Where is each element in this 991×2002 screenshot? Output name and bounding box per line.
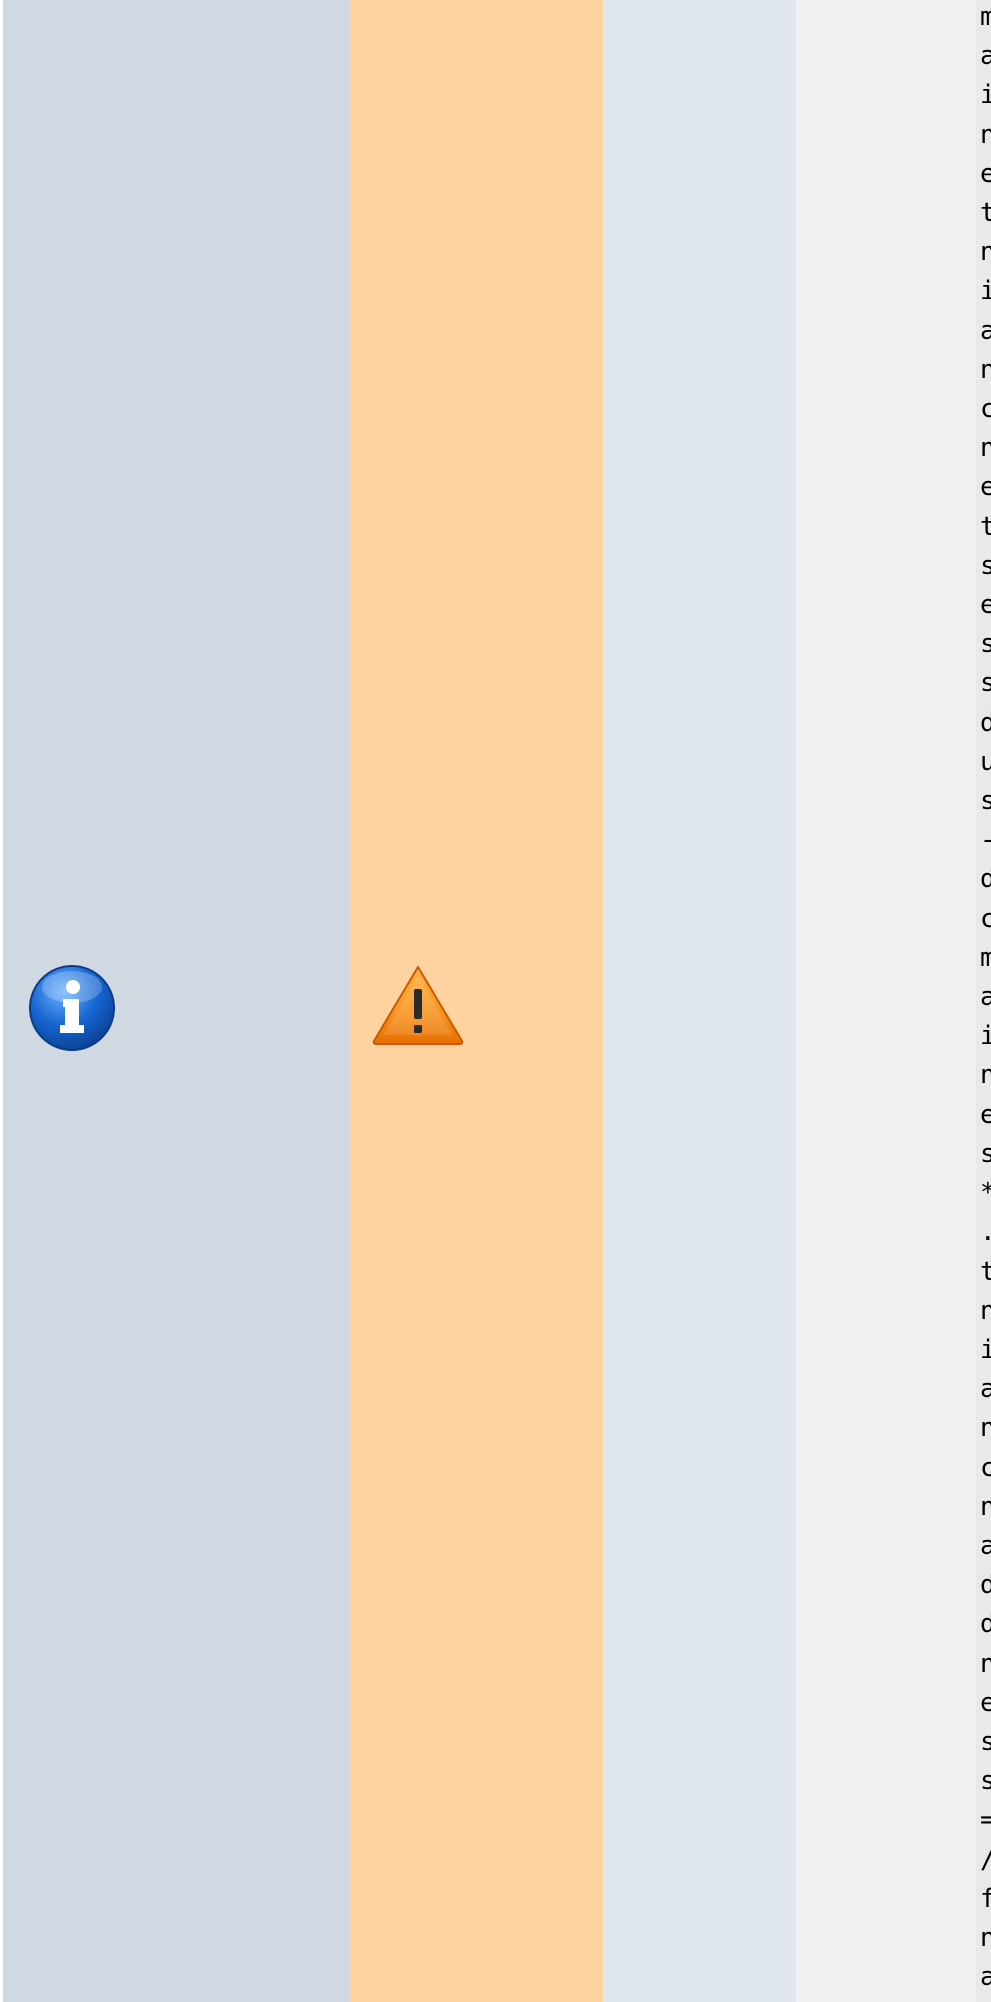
gray-panel <box>796 0 976 2002</box>
warning-icon <box>370 963 466 1052</box>
info-panel <box>3 0 350 2002</box>
info-icon <box>27 963 117 1058</box>
page: m a i n e t n i a n c n e t s e s s d u … <box>0 0 991 2002</box>
code-panel: m a i n e t n i a n c n e t s e s s d u … <box>976 0 991 2002</box>
warning-panel <box>350 0 603 2002</box>
light-blue-panel <box>603 0 796 2002</box>
code-text: m a i n e t n i a n c n e t s e s s d u … <box>980 2 991 1993</box>
